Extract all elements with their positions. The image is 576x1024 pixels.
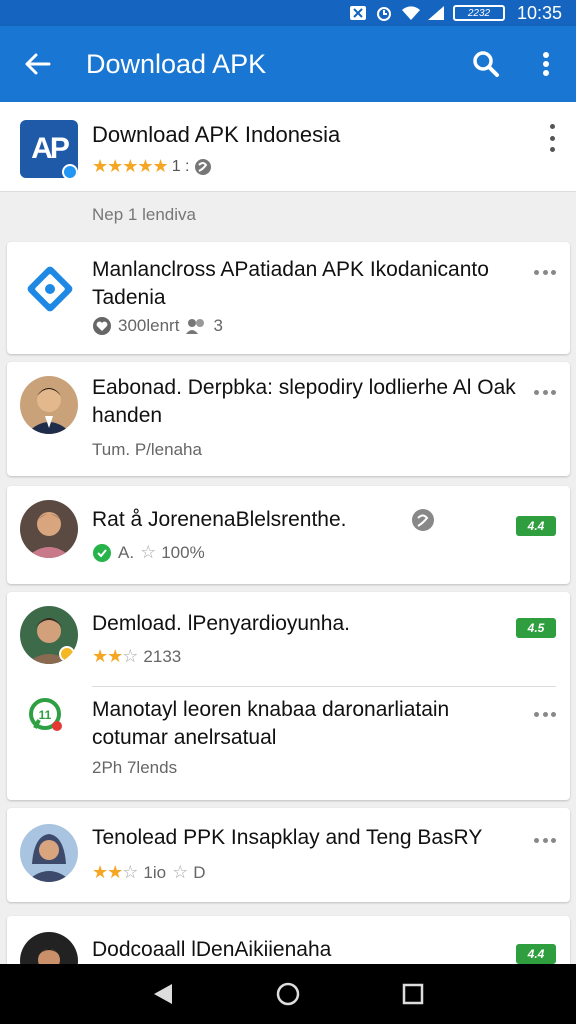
- list-card[interactable]: Rat å JorenenaBlelsrenthe. A. ☆ 100% 4.4: [7, 486, 570, 584]
- globe-icon: [412, 509, 434, 531]
- item-meta: A. ☆ 100%: [92, 542, 205, 563]
- list-card[interactable]: Tenolead PPK Insapklay and Teng BasRY ★★…: [7, 808, 570, 902]
- search-icon: [473, 51, 499, 77]
- list-item[interactable]: Tenolead PPK Insapklay and Teng BasRY ★★…: [7, 808, 570, 902]
- item-title: Tenolead PPK Insapklay and Teng BasRY: [92, 826, 483, 849]
- item-title: Rat å JorenenaBlelsrenthe.: [92, 508, 347, 531]
- list-item[interactable]: Eabonad. Derpbka: slepodiry lodlierhe Al…: [7, 362, 570, 476]
- rating-badge: 4.5: [516, 618, 556, 638]
- item-meta-text: 300lenrt: [118, 316, 180, 335]
- item-meta-text: 1io: [143, 862, 167, 882]
- search-button[interactable]: [456, 26, 516, 102]
- rating-badge: 4.4: [516, 944, 556, 964]
- nav-recents-button[interactable]: [393, 974, 433, 1014]
- item-meta-extra: D: [193, 862, 206, 882]
- avatar: [20, 824, 78, 882]
- star-rating-icon: ★★☆: [92, 646, 138, 666]
- app-bar-title: Download APK: [86, 48, 267, 79]
- alarm-icon: [375, 5, 393, 21]
- list-item[interactable]: 11 Manotayl leoren knabaa daronarliatain…: [7, 688, 570, 800]
- triangle-back-icon: [153, 984, 172, 1004]
- overflow-menu-button[interactable]: [516, 26, 576, 102]
- arrow-back-icon: [25, 53, 51, 75]
- status-bar: 2232 10:35: [0, 0, 576, 26]
- item-title: Demload. lPenyardioyunha.: [92, 612, 350, 635]
- star-rating-icon: ★★☆: [92, 862, 138, 882]
- star-rating-icon: ★★★★★: [92, 156, 169, 176]
- item-meta: Tum. P/lenaha: [92, 440, 202, 460]
- verified-icon: [62, 164, 78, 180]
- list-card[interactable]: Manlanclross APatiadan APK Ikodanicanto …: [7, 242, 570, 354]
- apk-diamond-icon: [27, 266, 73, 312]
- list-item[interactable]: Manlanclross APatiadan APK Ikodanicanto …: [7, 242, 570, 354]
- item-meta: 2Ph 7lends: [92, 758, 177, 778]
- app-name: Download APK Indonesia: [92, 122, 341, 147]
- item-more-button[interactable]: [534, 836, 556, 844]
- clock: 10:35: [516, 2, 562, 23]
- list-item[interactable]: Demload. lPenyardioyunha. ★★☆ 2133 4.5: [7, 592, 570, 684]
- circle-home-icon: [276, 982, 300, 1006]
- nav-back-button[interactable]: [143, 974, 183, 1014]
- star-icon: ☆: [140, 542, 156, 562]
- item-meta-text: A.: [118, 542, 135, 562]
- list-card[interactable]: Eabonad. Derpbka: slepodiry lodlierhe Al…: [7, 362, 570, 476]
- more-vert-icon: [543, 52, 549, 76]
- app-bar: Download APK: [0, 26, 576, 102]
- avatar: [20, 500, 78, 558]
- avatar: [20, 606, 78, 664]
- section-label: Nep 1 lendiva: [92, 205, 196, 224]
- people-icon: [186, 319, 205, 334]
- rating-badge: 4.4: [516, 516, 556, 536]
- back-button[interactable]: [0, 26, 74, 102]
- item-meta-text: 2Ph 7lends: [92, 758, 178, 777]
- item-title: Dodcoaall lDenAikiienaha: [92, 938, 332, 961]
- app-rating: ★★★★★ 1 :: [92, 156, 213, 177]
- wifi-icon: [401, 5, 420, 21]
- rating-text: 1 :: [171, 157, 190, 175]
- globe-icon: [195, 158, 212, 175]
- item-more-button[interactable]: [534, 388, 556, 396]
- item-meta-count: 3: [213, 316, 223, 335]
- item-title: Manotayl leoren knabaa daronarliatain co…: [92, 698, 450, 749]
- notification-icon: [349, 5, 367, 21]
- header-more-button[interactable]: [542, 124, 562, 152]
- app-header[interactable]: AP Download APK Indonesia ★★★★★ 1 :: [0, 102, 576, 192]
- whatsapp-icon: [93, 543, 111, 562]
- item-title: Manlanclross APatiadan APK Ikodanicanto …: [92, 258, 489, 309]
- system-nav-bar: [0, 964, 576, 1024]
- item-more-button[interactable]: [534, 710, 556, 718]
- chat-icon: 11: [29, 698, 62, 731]
- svg-text:11: 11: [39, 708, 52, 722]
- item-meta-text: 2133: [143, 646, 182, 666]
- battery-icon: 2232: [452, 5, 505, 21]
- nav-home-button[interactable]: [268, 974, 308, 1014]
- heart-icon: [93, 317, 111, 335]
- item-meta-text: Tum. P/lenaha: [92, 440, 202, 459]
- item-meta: 300lenrt 3: [92, 316, 223, 336]
- list-card[interactable]: Demload. lPenyardioyunha. ★★☆ 2133 4.5 1…: [7, 592, 570, 800]
- list-item[interactable]: Rat å JorenenaBlelsrenthe. A. ☆ 100% 4.4: [7, 486, 570, 584]
- item-meta: ★★☆ 2133: [92, 646, 181, 667]
- signal-icon: [427, 5, 445, 21]
- item-more-button[interactable]: [534, 268, 556, 276]
- item-title: Eabonad. Derpbka: slepodiry lodlierhe Al…: [92, 376, 516, 427]
- square-recents-icon: [403, 983, 424, 1005]
- divider: [92, 686, 556, 687]
- item-meta-percent: 100%: [161, 542, 205, 562]
- star-icon: ☆: [172, 862, 188, 882]
- item-meta: ★★☆ 1io ☆ D: [92, 862, 206, 883]
- avatar: [20, 376, 78, 434]
